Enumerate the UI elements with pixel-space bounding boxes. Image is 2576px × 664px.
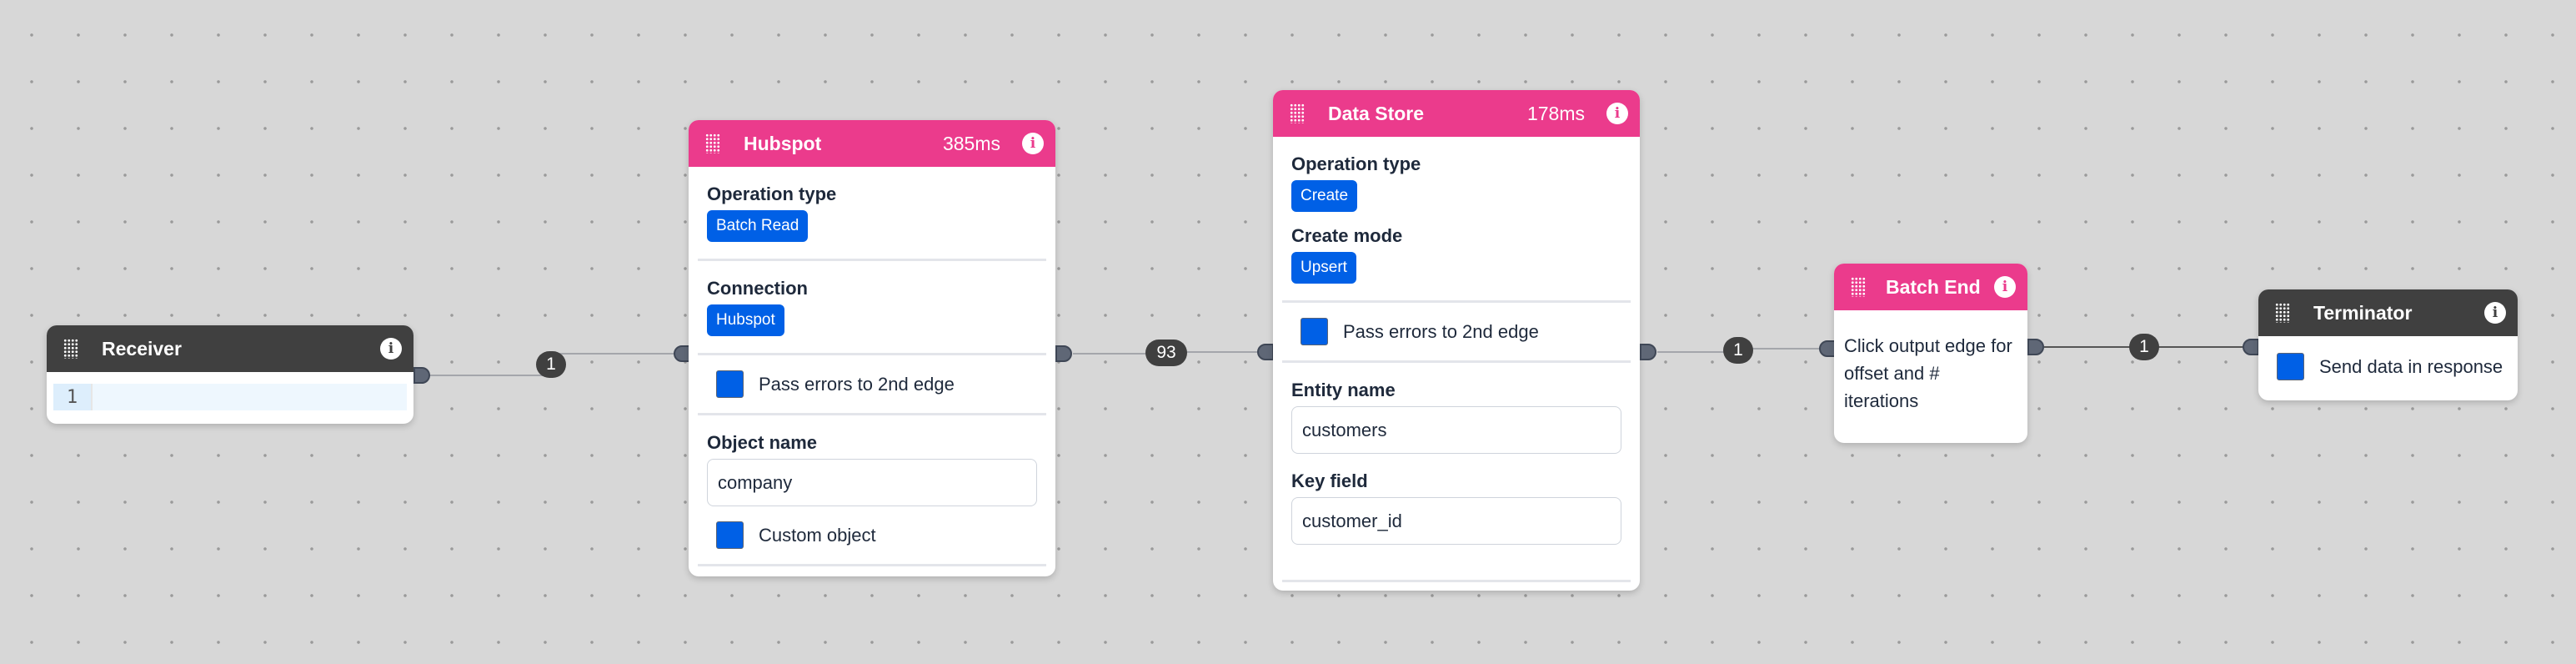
datastore-input-handle[interactable] <box>1257 344 1274 360</box>
receiver-node[interactable]: Receiver i 1 <box>47 325 413 424</box>
batch-end-header[interactable]: Batch End i <box>1834 264 2027 310</box>
duration-label: 385ms <box>942 132 1000 154</box>
connection-label: Connection <box>707 278 808 299</box>
node-title: Receiver <box>102 337 182 360</box>
custom-object-row[interactable]: Custom object <box>689 506 1055 564</box>
hubspot-node[interactable]: Hubspot 385ms i Operation type Batch Rea… <box>689 120 1055 576</box>
operation-type-chip[interactable]: Batch Read <box>707 210 809 242</box>
hubspot-header[interactable]: Hubspot 385ms i <box>689 120 1055 167</box>
batch-end-description: Click output edge for offset and # itera… <box>1844 335 2012 411</box>
divider <box>698 564 1046 566</box>
info-icon[interactable]: i <box>1022 133 1044 154</box>
drag-grip-icon[interactable] <box>1851 277 1866 297</box>
terminator-input-handle[interactable] <box>2243 339 2259 355</box>
terminator-header[interactable]: Terminator i <box>2258 289 2518 336</box>
object-name-label: Object name <box>707 432 818 453</box>
terminator-node[interactable]: Terminator i Send data in response <box>2258 289 2518 400</box>
data-store-header[interactable]: Data Store 178ms i <box>1273 90 1640 137</box>
duration-label: 178ms <box>1526 102 1585 124</box>
pass-errors-label: Pass errors to 2nd edge <box>759 373 955 395</box>
pass-errors-row[interactable]: Pass errors to 2nd edge <box>689 355 1055 413</box>
data-store-node[interactable]: Data Store 178ms i Operation type Create… <box>1273 90 1640 591</box>
send-data-row[interactable]: Send data in response <box>2258 336 2518 400</box>
operation-type-chip[interactable]: Create <box>1291 180 1358 212</box>
drag-grip-icon[interactable] <box>63 339 78 359</box>
key-field-label: Key field <box>1291 470 1368 491</box>
entity-name-label: Entity name <box>1291 380 1396 400</box>
entity-name-input[interactable] <box>1291 406 1621 454</box>
edge-count-badge[interactable]: 1 <box>536 351 566 378</box>
editor-line[interactable] <box>93 384 407 410</box>
receiver-header[interactable]: Receiver i <box>47 325 413 372</box>
edge-count-badge[interactable]: 93 <box>1145 340 1187 366</box>
edge-count-badge[interactable]: 1 <box>1723 337 1753 364</box>
receiver-output-handle[interactable] <box>413 367 430 384</box>
send-data-label: Send data in response <box>2319 355 2503 377</box>
info-icon[interactable]: i <box>1606 103 1628 124</box>
info-icon[interactable]: i <box>1994 276 2016 298</box>
pass-errors-checkbox[interactable] <box>1301 318 1328 345</box>
connection-chip[interactable]: Hubspot <box>707 304 784 336</box>
node-title: Hubspot <box>744 132 822 154</box>
create-mode-label: Create mode <box>1291 225 1403 246</box>
drag-grip-icon[interactable] <box>705 133 720 153</box>
batch-end-node[interactable]: Batch End i Click output edge for offset… <box>1834 264 2027 443</box>
info-icon[interactable]: i <box>2484 302 2506 324</box>
datastore-output-handle[interactable] <box>1640 344 1656 360</box>
node-title: Batch End <box>1886 275 1981 298</box>
custom-object-checkbox[interactable] <box>716 521 744 549</box>
hubspot-output-handle[interactable] <box>1055 345 1072 362</box>
node-title: Data Store <box>1328 102 1425 124</box>
pass-errors-label: Pass errors to 2nd edge <box>1343 320 1539 342</box>
batchend-output-handle[interactable] <box>2027 339 2044 355</box>
drag-grip-icon[interactable] <box>2275 303 2290 323</box>
node-title: Terminator <box>2313 301 2413 324</box>
hubspot-input-handle[interactable] <box>674 345 690 362</box>
operation-type-label: Operation type <box>1291 153 1421 174</box>
batchend-input-handle[interactable] <box>1819 340 1836 357</box>
pass-errors-checkbox[interactable] <box>716 370 744 398</box>
code-editor[interactable]: 1 <box>53 384 407 410</box>
object-name-input[interactable] <box>707 459 1037 506</box>
custom-object-label: Custom object <box>759 524 876 546</box>
drag-grip-icon[interactable] <box>1290 103 1305 123</box>
info-icon[interactable]: i <box>380 338 402 360</box>
divider <box>1282 580 1631 582</box>
edge-count-badge[interactable]: 1 <box>2129 334 2159 360</box>
key-field-input[interactable] <box>1291 497 1621 545</box>
send-data-checkbox[interactable] <box>2277 353 2304 380</box>
operation-type-label: Operation type <box>707 184 837 204</box>
create-mode-chip[interactable]: Upsert <box>1291 252 1356 284</box>
pass-errors-row[interactable]: Pass errors to 2nd edge <box>1273 303 1640 360</box>
line-number: 1 <box>53 384 93 410</box>
